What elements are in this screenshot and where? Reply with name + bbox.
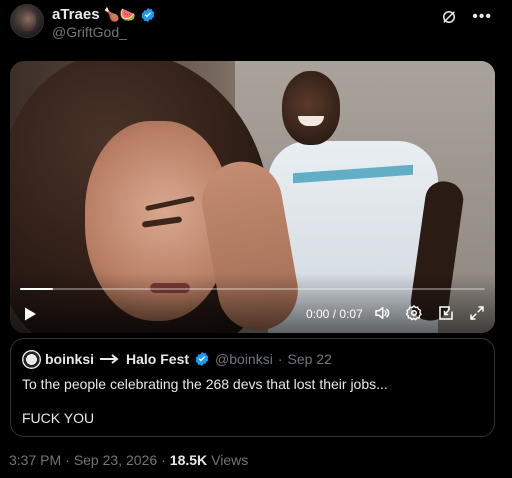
video-progress-fill [20, 288, 53, 290]
quoted-author-handle[interactable]: @boinksi [215, 351, 273, 367]
more-icon[interactable]: ••• [472, 9, 492, 25]
tweet-meta: 3:37 PM · Sep 23, 2026 · 18.5K Views [9, 452, 248, 468]
play-icon[interactable] [22, 306, 38, 322]
quoted-author-game[interactable]: Halo Fest [126, 351, 189, 367]
settings-icon[interactable] [405, 304, 423, 322]
video-controls: 0:00 / 0:07 [10, 301, 495, 327]
soon-arrow-icon [100, 354, 119, 364]
post-date[interactable]: Sep 23, 2026 [74, 452, 157, 468]
video-duration: 0:07 [339, 307, 363, 321]
fullscreen-exit-icon[interactable] [437, 304, 455, 322]
meta-dot-2: · [161, 452, 166, 468]
quoted-dot-separator: · [277, 351, 283, 367]
quoted-author-row: boinksi Halo Fest @boinksi · Sep 22 [45, 351, 332, 367]
video-time: 0:00 / 0:07 [306, 307, 363, 321]
views-label: Views [211, 452, 249, 468]
quoted-author-avatar[interactable] [22, 350, 41, 369]
quoted-tweet[interactable]: boinksi Halo Fest @boinksi · Sep 22 To t… [10, 338, 495, 437]
author-display-name[interactable]: aTraes [52, 6, 100, 23]
header-actions: ••• [440, 8, 492, 26]
tweet-header: aTraes 🍗🍉 @GriftGod_ ••• [8, 4, 504, 44]
quoted-text-line-2: FUCK YOU [22, 410, 95, 426]
quoted-text-line-1: To the people celebrating the 268 devs t… [22, 376, 388, 392]
meta-dot-1: · [65, 452, 70, 468]
post-time[interactable]: 3:37 PM [9, 452, 61, 468]
quoted-author-name[interactable]: boinksi [45, 351, 94, 367]
video-progress-bar[interactable] [20, 288, 485, 290]
expand-icon[interactable] [468, 304, 486, 322]
author-handle[interactable]: @GriftGod_ [52, 24, 127, 40]
author-avatar[interactable] [10, 4, 44, 38]
video-time-separator: / [332, 307, 337, 321]
quoted-date[interactable]: Sep 22 [288, 351, 332, 367]
quoted-verified-badge-icon [195, 352, 209, 366]
verified-badge-icon [141, 7, 155, 22]
grok-icon[interactable] [440, 8, 458, 26]
author-emoji: 🍗🍉 [103, 6, 136, 22]
video-player[interactable]: 0:00 / 0:07 [10, 61, 495, 333]
views-count: 18.5K [169, 452, 208, 468]
volume-icon[interactable] [373, 304, 391, 322]
video-current-time: 0:00 [306, 307, 330, 321]
author-name-row: aTraes 🍗🍉 [52, 6, 156, 23]
